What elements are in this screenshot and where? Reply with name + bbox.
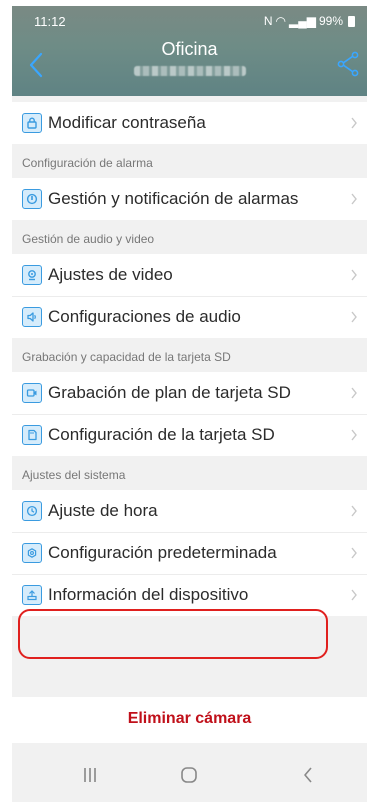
row-sd-recording-plan[interactable]: Grabación de plan de tarjeta SD <box>12 372 367 414</box>
section-header-sd: Grabación y capacidad de la tarjeta SD <box>12 338 367 372</box>
section-header-audio-video: Gestión de audio y video <box>12 220 367 254</box>
share-icon <box>337 51 359 77</box>
row-default-config[interactable]: Configuración predeterminada <box>12 532 367 574</box>
chevron-right-icon <box>351 589 357 601</box>
row-label: Ajuste de hora <box>48 501 158 520</box>
row-sd-card-config[interactable]: Configuración de la tarjeta SD <box>12 414 367 456</box>
lock-icon <box>22 113 42 133</box>
highlight-annotation <box>18 609 328 659</box>
delete-camera-label: Eliminar cámara <box>127 710 252 727</box>
row-label: Información del dispositivo <box>48 585 249 604</box>
device-id-redacted <box>133 66 246 76</box>
system-navbar <box>12 748 367 802</box>
row-video-settings[interactable]: Ajustes de video <box>12 254 367 296</box>
chevron-right-icon <box>351 117 357 129</box>
row-label: Gestión y notificación de alarmas <box>48 189 299 208</box>
speaker-icon <box>22 307 42 327</box>
row-audio-settings[interactable]: Configuraciones de audio <box>12 296 367 338</box>
wifi-icon: ◠ <box>275 14 286 28</box>
battery-icon <box>348 15 355 27</box>
chevron-right-icon <box>351 505 357 517</box>
home-icon[interactable] <box>177 764 201 786</box>
settings-list: Modificar contraseña Configuración de al… <box>12 102 367 616</box>
row-label: Grabación de plan de tarjeta SD <box>48 383 291 402</box>
row-label: Ajustes de video <box>48 265 173 284</box>
status-icons: N ◠ ▂▄▆ 99% <box>264 14 355 28</box>
row-modify-password[interactable]: Modificar contraseña <box>12 102 367 144</box>
row-label: Configuración de la tarjeta SD <box>48 425 275 444</box>
camera-icon <box>22 265 42 285</box>
phone-screen: 11:12 N ◠ ▂▄▆ 99% Oficina Modificar cont… <box>12 6 367 802</box>
sd-card-icon <box>22 425 42 445</box>
row-time-setting[interactable]: Ajuste de hora <box>12 490 367 532</box>
section-header-system: Ajustes del sistema <box>12 456 367 490</box>
chevron-right-icon <box>351 429 357 441</box>
chevron-right-icon <box>351 387 357 399</box>
chevron-left-icon <box>29 52 43 78</box>
back-button[interactable] <box>26 50 46 80</box>
page-title: Oficina <box>161 39 218 59</box>
chevron-right-icon <box>351 193 357 205</box>
record-icon <box>22 383 42 403</box>
status-bar: 11:12 N ◠ ▂▄▆ 99% <box>12 14 367 34</box>
chevron-right-icon <box>351 269 357 281</box>
header-title-block: Oficina <box>72 38 307 76</box>
section-header-alarm: Configuración de alarma <box>12 144 367 178</box>
row-label: Configuración predeterminada <box>48 543 277 562</box>
status-time: 11:12 <box>34 14 66 29</box>
clock-icon <box>22 501 42 521</box>
chevron-right-icon <box>351 547 357 559</box>
nfc-icon: N <box>263 14 273 28</box>
battery-percent: 99% <box>318 14 343 28</box>
back-nav-icon[interactable] <box>297 764 321 786</box>
signal-icon: ▂▄▆ <box>289 14 316 28</box>
delete-camera-button[interactable]: Eliminar cámara <box>12 697 367 743</box>
recent-apps-icon[interactable] <box>78 764 102 786</box>
app-header: 11:12 N ◠ ▂▄▆ 99% Oficina <box>12 6 367 96</box>
chevron-right-icon <box>351 311 357 323</box>
row-alarm-management[interactable]: Gestión y notificación de alarmas <box>12 178 367 220</box>
alarm-icon <box>22 189 42 209</box>
row-label: Modificar contraseña <box>48 113 206 132</box>
reset-icon <box>22 543 42 563</box>
row-label: Configuraciones de audio <box>48 307 241 326</box>
upload-icon <box>22 585 42 605</box>
share-button[interactable] <box>335 50 361 78</box>
